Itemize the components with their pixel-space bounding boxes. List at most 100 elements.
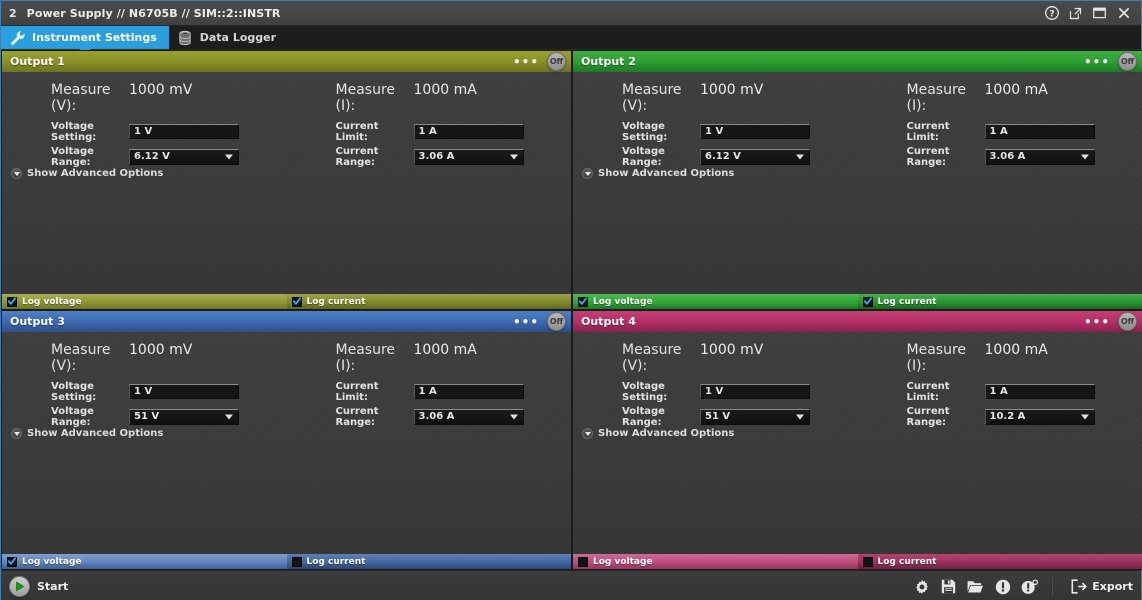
measure-current-value: 1000 mA <box>413 82 477 98</box>
voltage-setting-label: Voltage Setting: <box>622 120 668 143</box>
current-range-select[interactable]: 3.06 A <box>984 148 1095 165</box>
current-limit-label: Current Limit: <box>906 380 950 403</box>
current-column: Measure (I): 1000 mA Current Limit: 1 A … <box>858 82 1142 173</box>
log-current-checkbox[interactable] <box>291 556 302 567</box>
measure-voltage-label: Measure (V): <box>51 82 111 114</box>
voltage-setting-input[interactable]: 1 V <box>129 384 239 399</box>
open-folder-icon[interactable] <box>967 578 985 595</box>
log-current-checkbox[interactable] <box>862 296 873 307</box>
log-current-cell[interactable]: Log current <box>286 554 571 569</box>
voltage-range-label: Voltage Range: <box>622 145 665 168</box>
save-icon[interactable] <box>940 578 957 595</box>
gear-icon[interactable] <box>913 578 930 595</box>
output-panel-2: Output 2 ••• Off Measure (V): 1000 mV Vo… <box>572 50 1142 310</box>
current-range-select[interactable]: 10.2 A <box>984 408 1095 425</box>
database-icon <box>177 29 194 46</box>
output-toggle-button[interactable]: Off <box>1118 312 1137 331</box>
tab-instrument-settings[interactable]: Instrument Settings <box>1 26 169 49</box>
show-advanced-options-toggle[interactable]: Show Advanced Options <box>582 428 734 439</box>
measure-current-value: 1000 mA <box>984 342 1048 358</box>
current-column: Measure (I): 1000 mA Current Limit: 1 A … <box>858 342 1142 433</box>
measure-voltage-row: Measure (V): 1000 mV <box>24 342 287 374</box>
output-toggle-button[interactable]: Off <box>547 52 566 71</box>
measure-current-value: 1000 mA <box>413 342 477 358</box>
popout-icon[interactable] <box>1068 6 1083 21</box>
voltage-range-label: Voltage Range: <box>622 405 665 428</box>
panel-menu-button[interactable]: ••• <box>513 56 539 68</box>
panel-menu-button[interactable]: ••• <box>1084 56 1110 68</box>
current-range-select[interactable]: 3.06 A <box>413 148 524 165</box>
panel-menu-button[interactable]: ••• <box>513 316 539 328</box>
log-voltage-checkbox[interactable] <box>578 296 588 307</box>
current-range-select[interactable]: 3.06 A <box>413 408 524 425</box>
measure-current-row: Measure (I): 1000 mA <box>309 342 572 374</box>
log-voltage-label: Log voltage <box>22 556 82 567</box>
log-voltage-cell[interactable]: Log voltage <box>2 554 287 569</box>
measure-voltage-row: Measure (V): 1000 mV <box>595 82 858 114</box>
close-icon[interactable] <box>1116 6 1131 21</box>
log-current-checkbox[interactable] <box>862 556 873 567</box>
log-current-cell[interactable]: Log current <box>286 294 571 309</box>
current-limit-label: Current Limit: <box>335 380 379 403</box>
panel-body: Measure (V): 1000 mV Voltage Setting: 1 … <box>2 332 571 554</box>
log-current-label: Log current <box>306 296 366 307</box>
voltage-setting-input[interactable]: 1 V <box>700 124 810 139</box>
warning-indicator-icon[interactable] <box>1021 578 1039 595</box>
window-title: Power Supply // N6705B // SIM::2::INSTR <box>26 6 281 20</box>
tab-data-logger[interactable]: Data Logger <box>169 26 288 49</box>
error-indicator-icon[interactable] <box>994 578 1011 595</box>
show-advanced-options-label: Show Advanced Options <box>598 428 735 439</box>
current-range-value: 10.2 A <box>989 411 1026 422</box>
play-icon <box>9 576 30 597</box>
voltage-setting-input[interactable]: 1 V <box>129 124 239 139</box>
current-limit-input[interactable]: 1 A <box>413 124 524 139</box>
output-panel-3: Output 3 ••• Off Measure (V): 1000 mV Vo… <box>1 310 572 570</box>
maximize-icon[interactable] <box>1092 6 1107 21</box>
voltage-range-label: Voltage Range: <box>51 405 94 428</box>
start-button[interactable]: Start <box>9 576 68 597</box>
help-icon[interactable]: ? <box>1044 6 1059 21</box>
log-voltage-checkbox[interactable] <box>7 556 17 567</box>
log-voltage-cell[interactable]: Log voltage <box>573 554 858 569</box>
show-advanced-options-toggle[interactable]: Show Advanced Options <box>11 428 163 439</box>
panel-menu-button[interactable]: ••• <box>1084 316 1110 328</box>
voltage-setting-row: Voltage Setting: 1 V <box>24 381 287 403</box>
voltage-column: Measure (V): 1000 mV Voltage Setting: 1 … <box>2 82 287 173</box>
export-button[interactable]: Export <box>1070 578 1133 595</box>
log-current-cell[interactable]: Log current <box>857 554 1142 569</box>
log-current-checkbox[interactable] <box>291 296 302 307</box>
voltage-range-value: 51 V <box>134 411 160 422</box>
show-advanced-options-toggle[interactable]: Show Advanced Options <box>582 168 734 179</box>
current-limit-label: Current Limit: <box>906 120 950 143</box>
voltage-range-select[interactable]: 51 V <box>700 408 810 425</box>
current-limit-input[interactable]: 1 A <box>413 384 524 399</box>
log-voltage-checkbox[interactable] <box>578 556 588 567</box>
voltage-range-row: Voltage Range: 51 V <box>595 405 858 428</box>
current-range-label: Current Range: <box>335 405 379 428</box>
chevron-down-icon <box>225 154 233 159</box>
log-current-label: Log current <box>306 556 366 567</box>
show-advanced-options-toggle[interactable]: Show Advanced Options <box>11 168 163 179</box>
log-voltage-cell[interactable]: Log voltage <box>2 294 287 309</box>
current-column: Measure (I): 1000 mA Current Limit: 1 A … <box>287 342 572 433</box>
voltage-setting-row: Voltage Setting: 1 V <box>24 121 287 143</box>
current-limit-input[interactable]: 1 A <box>984 124 1095 139</box>
export-icon <box>1070 578 1087 595</box>
voltage-range-select[interactable]: 6.12 V <box>700 148 810 165</box>
output-toggle-button[interactable]: Off <box>547 312 566 331</box>
measure-voltage-value: 1000 mV <box>700 342 764 358</box>
current-range-row: Current Range: 3.06 A <box>309 146 572 168</box>
current-range-value: 3.06 A <box>418 151 455 162</box>
voltage-range-select[interactable]: 6.12 V <box>129 148 239 165</box>
window-index: 2 <box>9 6 17 20</box>
output-toggle-button[interactable]: Off <box>1118 52 1137 71</box>
voltage-setting-input[interactable]: 1 V <box>700 384 810 399</box>
log-bar: Log voltage Log current <box>2 294 571 309</box>
current-limit-input[interactable]: 1 A <box>984 384 1095 399</box>
voltage-range-value: 51 V <box>705 411 731 422</box>
log-voltage-checkbox[interactable] <box>7 296 17 307</box>
log-current-cell[interactable]: Log current <box>857 294 1142 309</box>
voltage-range-select[interactable]: 51 V <box>129 408 239 425</box>
measure-current-label: Measure (I): <box>335 82 396 114</box>
log-voltage-cell[interactable]: Log voltage <box>573 294 858 309</box>
